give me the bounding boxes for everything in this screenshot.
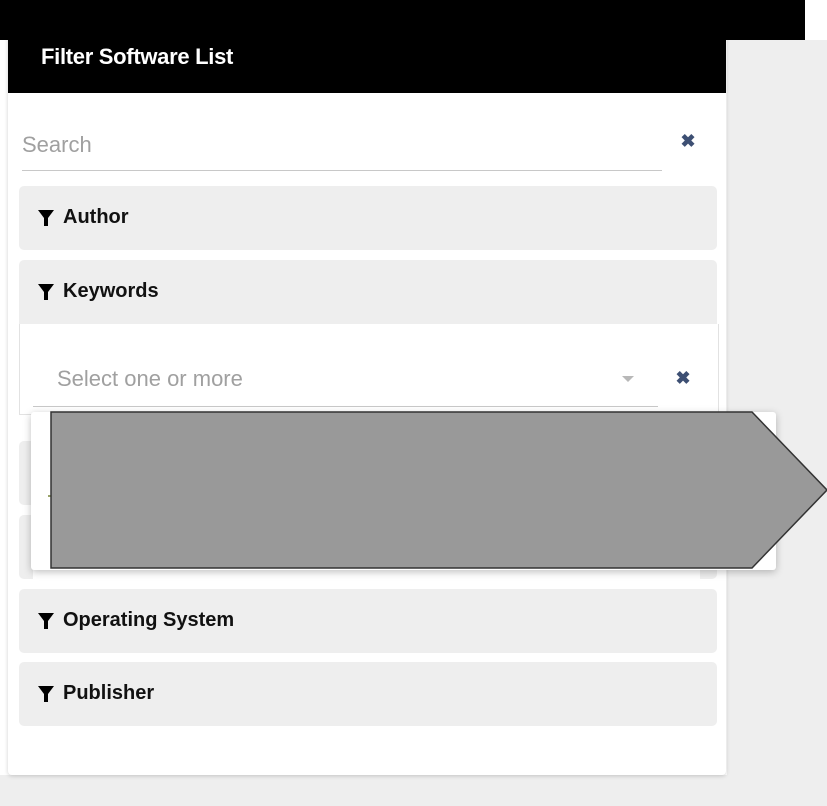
- funnel-icon: [38, 685, 54, 702]
- facet-publisher[interactable]: Publisher: [19, 662, 717, 726]
- facet-operating-system-label: Operating System: [63, 609, 235, 631]
- facet-publisher-label: Publisher: [63, 682, 155, 704]
- facet-operating-system[interactable]: Operating System: [19, 589, 717, 653]
- funnel-icon: [38, 612, 54, 629]
